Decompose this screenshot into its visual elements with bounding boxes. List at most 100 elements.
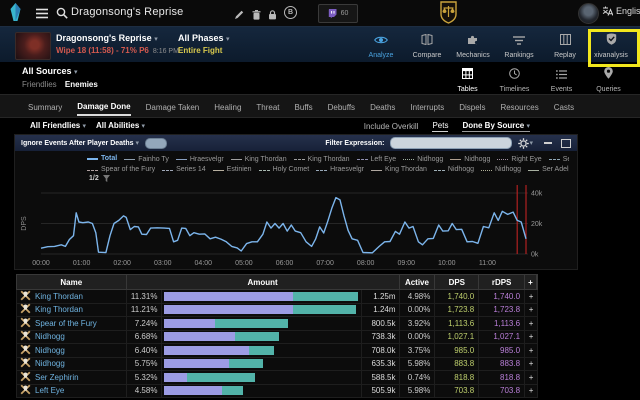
- legend-item-king-thordan[interactable]: King Thordan: [371, 165, 427, 175]
- column-header-active[interactable]: Active: [400, 275, 436, 289]
- legend-item-nidhogg[interactable]: Nidhogg: [481, 165, 521, 175]
- enemy-name-link[interactable]: King Thordan: [35, 292, 83, 301]
- legend-item-right-eye[interactable]: Right Eye: [497, 155, 541, 165]
- legend-item-left-eye[interactable]: Left Eye: [357, 155, 397, 165]
- legend-item-estinien[interactable]: Estinien: [213, 165, 252, 175]
- legend-item-hraesvelgr[interactable]: Hraesvelgr: [176, 155, 224, 165]
- enemy-name-link[interactable]: Nidhogg: [35, 332, 65, 341]
- tab-resources[interactable]: Resources: [500, 98, 538, 115]
- legend-item-nidhogg[interactable]: Nidhogg: [434, 165, 474, 175]
- language-selector[interactable]: English: [602, 6, 640, 16]
- anonymize-b-icon[interactable]: B: [284, 6, 297, 19]
- tab-healing[interactable]: Healing: [214, 98, 241, 115]
- nav-tab-mechanics[interactable]: Mechanics: [450, 29, 496, 59]
- enemy-name-link[interactable]: Spear of the Fury: [35, 319, 97, 328]
- nav-tab-compare[interactable]: Compare: [404, 29, 450, 59]
- enemy-name-link[interactable]: Nidhogg: [35, 359, 65, 368]
- chart-legend: TotalFainho TyHraesvelgrKing ThordanKing…: [87, 154, 569, 175]
- legend-item-nidhogg[interactable]: Nidhogg: [403, 155, 443, 165]
- tab-threat[interactable]: Threat: [256, 98, 279, 115]
- legend-item-hraesvelgr[interactable]: Hraesvelgr: [316, 165, 364, 175]
- nav-tab-label: Analyze: [369, 52, 394, 59]
- user-avatar[interactable]: [578, 3, 599, 24]
- filter-expression-input[interactable]: [390, 137, 512, 149]
- all-sources-dropdown[interactable]: All Sources ▾: [22, 66, 78, 76]
- legend-item-holy-comet[interactable]: Holy Comet: [259, 165, 310, 175]
- enemy-skull-icon: [20, 357, 31, 370]
- tab-interrupts[interactable]: Interrupts: [410, 98, 444, 115]
- enemy-name-link[interactable]: Left Eye: [35, 386, 64, 395]
- all-abilities-dropdown[interactable]: All Abilities ▾: [96, 121, 145, 130]
- ignore-deaths-dropdown[interactable]: Ignore Events After Player Deaths ▾: [21, 139, 139, 147]
- include-overkill-toggle[interactable]: Include Overkill: [364, 122, 419, 131]
- boss-thumbnail[interactable]: [15, 32, 51, 60]
- friendlies-toggle[interactable]: Friendlies: [22, 80, 57, 89]
- legend-item-series-14[interactable]: Series 14: [162, 165, 206, 175]
- legend-item-king-thordan[interactable]: King Thordan: [294, 155, 350, 165]
- expand-row-button[interactable]: +: [525, 344, 537, 357]
- tab-dispels[interactable]: Dispels: [459, 98, 485, 115]
- delete-trash-icon[interactable]: [252, 7, 261, 25]
- column-header--[interactable]: +: [525, 275, 537, 289]
- svg-text:06:00: 06:00: [276, 260, 294, 267]
- done-by-source-dropdown[interactable]: Done By Source ▾: [462, 121, 530, 132]
- enemy-name-link[interactable]: Ser Zephirin: [35, 373, 79, 382]
- gear-icon[interactable]: ▾: [518, 138, 533, 149]
- fight-name-dropdown[interactable]: Dragonsong's Reprise ▾: [56, 33, 158, 43]
- fflogs-logo-icon[interactable]: [9, 3, 22, 27]
- active-cell: 5.98%: [400, 358, 436, 371]
- column-header-dps[interactable]: DPS: [435, 275, 479, 289]
- legend-item-ser-adelphel[interactable]: Ser Adelphel: [549, 155, 569, 165]
- enemy-name-link[interactable]: Nidhogg: [35, 346, 65, 355]
- ignore-deaths-toggle[interactable]: [145, 138, 167, 149]
- legend-item-ser-adelphel[interactable]: Ser Adelphel: [528, 165, 569, 175]
- tab-damage-taken[interactable]: Damage Taken: [146, 98, 200, 115]
- legend-label: Fainho Ty: [138, 155, 169, 165]
- tab-deaths[interactable]: Deaths: [370, 98, 395, 115]
- expand-row-button[interactable]: +: [525, 385, 537, 398]
- expand-row-button[interactable]: +: [525, 290, 537, 303]
- tab-casts[interactable]: Casts: [554, 98, 574, 115]
- edit-pencil-icon[interactable]: [234, 7, 244, 25]
- legend-label: Spear of the Fury: [101, 165, 155, 175]
- guild-crest-icon[interactable]: [440, 1, 457, 29]
- lock-icon[interactable]: [268, 7, 277, 25]
- expand-row-button[interactable]: +: [525, 317, 537, 330]
- search-icon[interactable]: [56, 6, 68, 24]
- legend-item-king-thordan[interactable]: King Thordan: [231, 155, 287, 165]
- tab-debuffs[interactable]: Debuffs: [328, 98, 355, 115]
- menu-icon[interactable]: [36, 6, 48, 24]
- column-header-name[interactable]: Name: [17, 275, 127, 289]
- enemy-name-link[interactable]: King Thordan: [35, 305, 83, 314]
- nav-tab-rankings[interactable]: Rankings: [496, 29, 542, 59]
- phase-selector-dropdown[interactable]: All Phases ▾: [178, 33, 230, 43]
- amount-cell: 800.5k: [362, 317, 400, 330]
- expand-row-button[interactable]: +: [525, 358, 537, 371]
- legend-item-total[interactable]: Total: [87, 154, 117, 164]
- legend-label: Estinien: [227, 165, 252, 175]
- nav-tab-analyze[interactable]: Analyze: [358, 29, 404, 59]
- expand-row-button[interactable]: +: [525, 304, 537, 317]
- maximize-icon[interactable]: [561, 139, 571, 148]
- legend-item-nidhogg[interactable]: Nidhogg: [450, 155, 490, 165]
- expand-row-button[interactable]: +: [525, 331, 537, 344]
- dps-cell: 985.0: [435, 344, 479, 357]
- svg-text:07:00: 07:00: [316, 260, 334, 267]
- legend-item-fainho-ty[interactable]: Fainho Ty: [124, 155, 169, 165]
- dps-chart[interactable]: 0k20k40k00:0001:0002:0003:0004:0005:0006…: [19, 179, 575, 274]
- expand-row-button[interactable]: +: [525, 371, 537, 384]
- minimize-icon[interactable]: [544, 142, 552, 144]
- enemies-toggle[interactable]: Enemies: [65, 80, 98, 89]
- tab-damage-done[interactable]: Damage Done: [77, 97, 130, 116]
- tab-summary[interactable]: Summary: [28, 98, 62, 115]
- column-header-rdps[interactable]: rDPS: [479, 275, 525, 289]
- active-cell: 0.00%: [400, 304, 436, 317]
- all-friendlies-dropdown[interactable]: All Friendlies ▾: [30, 121, 86, 130]
- annotation-highlight-box: [588, 29, 640, 67]
- column-header-amount[interactable]: Amount: [127, 275, 400, 289]
- twitch-viewers-badge[interactable]: 60: [318, 4, 358, 23]
- nav-tab-replay[interactable]: Replay: [542, 29, 588, 59]
- pets-toggle[interactable]: Pets: [432, 121, 448, 132]
- tab-buffs[interactable]: Buffs: [295, 98, 313, 115]
- legend-item-spear-of-the-fury[interactable]: Spear of the Fury: [87, 165, 155, 175]
